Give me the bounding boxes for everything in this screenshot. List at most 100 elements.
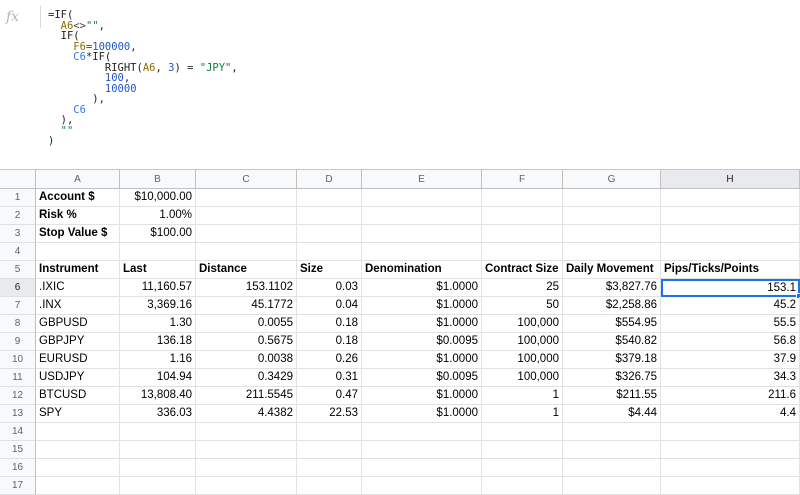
cell-b11[interactable]: 104.94 [120,369,196,387]
cell-e2[interactable] [362,207,482,225]
cell-f2[interactable] [482,207,563,225]
column-header-g[interactable]: G [563,170,661,189]
column-header-h[interactable]: H [661,170,800,189]
cell-a6[interactable]: .IXIC [36,279,120,297]
cell-c9[interactable]: 0.5675 [196,333,297,351]
cell-g13[interactable]: $4.44 [563,405,661,423]
cell-h15[interactable] [661,441,800,459]
formula-editor[interactable]: =IF( A6<>"", IF( F6=100000, C6*IF( RIGHT… [48,10,238,147]
cell-f8[interactable]: 100,000 [482,315,563,333]
cell-h13[interactable]: 4.4 [661,405,800,423]
cell-c13[interactable]: 4.4382 [196,405,297,423]
cell-d14[interactable] [297,423,362,441]
cell-a4[interactable] [36,243,120,261]
cell-g3[interactable] [563,225,661,243]
cell-b10[interactable]: 1.16 [120,351,196,369]
cell-f14[interactable] [482,423,563,441]
cell-h9[interactable]: 56.8 [661,333,800,351]
cell-b17[interactable] [120,477,196,495]
cell-b13[interactable]: 336.03 [120,405,196,423]
cell-h2[interactable] [661,207,800,225]
cell-a12[interactable]: BTCUSD [36,387,120,405]
cell-f9[interactable]: 100,000 [482,333,563,351]
column-header-a[interactable]: A [36,170,120,189]
cell-g11[interactable]: $326.75 [563,369,661,387]
cell-a9[interactable]: GBPJPY [36,333,120,351]
cell-c10[interactable]: 0.0038 [196,351,297,369]
formula-bar[interactable]: fx =IF( A6<>"", IF( F6=100000, C6*IF( RI… [0,0,800,170]
cell-h12[interactable]: 211.6 [661,387,800,405]
cell-b16[interactable] [120,459,196,477]
row-header[interactable]: 14 [0,423,36,441]
cell-f16[interactable] [482,459,563,477]
select-all-corner[interactable] [0,170,36,189]
cell-c8[interactable]: 0.0055 [196,315,297,333]
cell-g12[interactable]: $211.55 [563,387,661,405]
cell-a1[interactable]: Account $ [36,189,120,207]
cell-e16[interactable] [362,459,482,477]
cell-h14[interactable] [661,423,800,441]
cell-d5[interactable]: Size [297,261,362,279]
cell-d6[interactable]: 0.03 [297,279,362,297]
cell-g14[interactable] [563,423,661,441]
cell-e15[interactable] [362,441,482,459]
cell-b7[interactable]: 3,369.16 [120,297,196,315]
cell-e6[interactable]: $1.0000 [362,279,482,297]
cell-c4[interactable] [196,243,297,261]
cell-e17[interactable] [362,477,482,495]
cell-a15[interactable] [36,441,120,459]
cell-e14[interactable] [362,423,482,441]
cell-d17[interactable] [297,477,362,495]
row-header[interactable]: 16 [0,459,36,477]
cell-c7[interactable]: 45.1772 [196,297,297,315]
cell-e5[interactable]: Denomination [362,261,482,279]
cell-b8[interactable]: 1.30 [120,315,196,333]
cell-g17[interactable] [563,477,661,495]
cell-e10[interactable]: $1.0000 [362,351,482,369]
cell-e3[interactable] [362,225,482,243]
cell-h17[interactable] [661,477,800,495]
cell-d13[interactable]: 22.53 [297,405,362,423]
row-header[interactable]: 8 [0,315,36,333]
selected-cell[interactable]: 153.1 [661,279,800,297]
cell-h11[interactable]: 34.3 [661,369,800,387]
cell-a11[interactable]: USDJPY [36,369,120,387]
cell-f17[interactable] [482,477,563,495]
cell-d8[interactable]: 0.18 [297,315,362,333]
row-header[interactable]: 1 [0,189,36,207]
cell-c12[interactable]: 211.5545 [196,387,297,405]
cell-e7[interactable]: $1.0000 [362,297,482,315]
cell-d16[interactable] [297,459,362,477]
cell-g2[interactable] [563,207,661,225]
cell-b2[interactable]: 1.00% [120,207,196,225]
cell-c2[interactable] [196,207,297,225]
cell-f7[interactable]: 50 [482,297,563,315]
column-header-e[interactable]: E [362,170,482,189]
column-header-b[interactable]: B [120,170,196,189]
cell-c17[interactable] [196,477,297,495]
row-header[interactable]: 6 [0,279,36,297]
column-header-d[interactable]: D [297,170,362,189]
cell-f11[interactable]: 100,000 [482,369,563,387]
cell-c3[interactable] [196,225,297,243]
cell-b5[interactable]: Last [120,261,196,279]
cell-b1[interactable]: $10,000.00 [120,189,196,207]
cell-e9[interactable]: $0.0095 [362,333,482,351]
cell-d7[interactable]: 0.04 [297,297,362,315]
cell-f13[interactable]: 1 [482,405,563,423]
row-header[interactable]: 10 [0,351,36,369]
cell-d15[interactable] [297,441,362,459]
cell-c16[interactable] [196,459,297,477]
cell-d12[interactable]: 0.47 [297,387,362,405]
cell-g4[interactable] [563,243,661,261]
row-header[interactable]: 17 [0,477,36,495]
cell-d9[interactable]: 0.18 [297,333,362,351]
cell-h1[interactable] [661,189,800,207]
cell-f3[interactable] [482,225,563,243]
cell-b6[interactable]: 11,160.57 [120,279,196,297]
cell-d4[interactable] [297,243,362,261]
cell-e4[interactable] [362,243,482,261]
cell-h10[interactable]: 37.9 [661,351,800,369]
cell-a13[interactable]: SPY [36,405,120,423]
cell-c5[interactable]: Distance [196,261,297,279]
